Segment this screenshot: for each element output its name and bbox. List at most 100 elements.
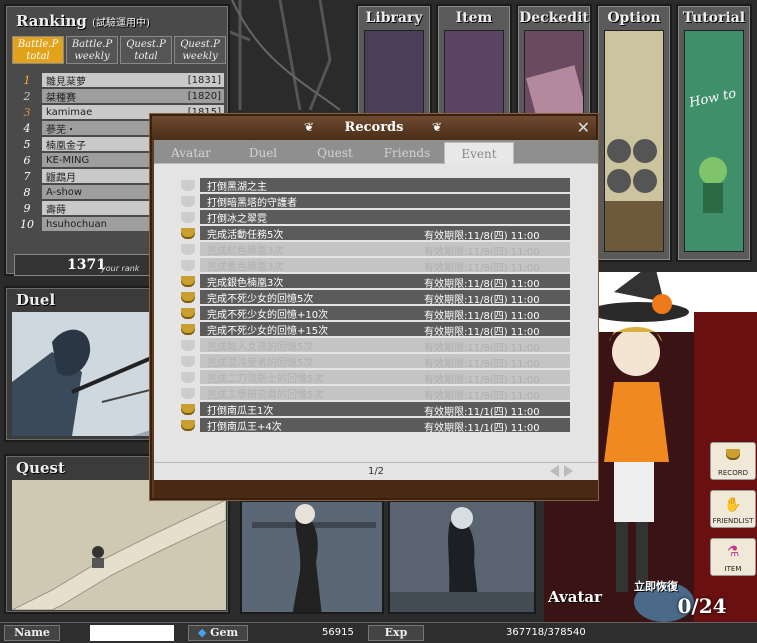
- record-row: 完成不死少女的回憶5次 有效期限:11/8(四) 11:00: [176, 290, 570, 306]
- record-button-label: RECORD: [718, 469, 748, 477]
- record-row: 打倒黑湖之主: [176, 178, 570, 193]
- quest-title: Quest: [16, 459, 65, 477]
- trophy-icon: [181, 323, 195, 335]
- record-row: 完成不死少女的回憶+15次 有效期限:11/8(四) 11:00: [176, 322, 570, 338]
- record-row: 打倒南瓜王+4次 有效期限:11/1(四) 11:00: [176, 418, 570, 434]
- gem-label: Gem: [210, 626, 239, 639]
- trophy-icon-wrap: [176, 274, 200, 288]
- rank-number: 5: [23, 137, 31, 151]
- rank-number: 9: [23, 201, 31, 215]
- record-row: 完成銀色楠凰3次 有效期限:11/8(四) 11:00: [176, 274, 570, 290]
- record-row: 完成混沌使者的回憶5次 有效期限:11/8(四) 11:00: [176, 354, 570, 370]
- gem-icon: ◆: [197, 626, 207, 639]
- tab-event[interactable]: Event: [444, 142, 514, 164]
- tab-line2: total: [26, 51, 50, 62]
- friendlist-button[interactable]: ✋ FRIENDLIST: [710, 490, 756, 528]
- menu-deckedit-label: Deckedit: [519, 10, 589, 26]
- menu-tutorial[interactable]: Tutorial How to: [676, 4, 752, 262]
- record-text: 完成活動任務5次: [207, 229, 284, 241]
- trophy-icon-wrap: [176, 194, 200, 208]
- close-icon[interactable]: ✕: [577, 118, 590, 137]
- record-button[interactable]: RECORD: [710, 442, 756, 480]
- record-bar: 打倒南瓜王+4次 有效期限:11/1(四) 11:00: [200, 418, 570, 434]
- tab-quest-total[interactable]: Quest.P total: [120, 36, 172, 64]
- menu-option-label: Option: [607, 10, 661, 26]
- tab-line2: total: [134, 51, 158, 62]
- scene-right-illustration: [390, 502, 534, 612]
- avatar-title: Avatar: [548, 588, 603, 606]
- record-bar: 打倒暗黑塔的守護者: [200, 194, 570, 209]
- record-text: 完成紅色楠凰3次: [207, 245, 284, 257]
- record-expiry: 有效期限:11/1(四) 11:00: [424, 407, 540, 418]
- record-row: 完成骷人女孩的回憶5次 有效期限:11/8(四) 11:00: [176, 338, 570, 354]
- trophy-icon-wrap: [176, 322, 200, 336]
- tab-duel[interactable]: Duel: [228, 142, 298, 164]
- rank-number: 4: [23, 121, 31, 135]
- trophy-icon: [181, 339, 195, 351]
- trophy-icon-wrap: [176, 178, 200, 192]
- tab-friends[interactable]: Friends: [372, 142, 442, 164]
- ranking-row[interactable]: 2 桀種赛 [1820]: [18, 88, 224, 104]
- gem-label-box: ◆ Gem: [188, 625, 248, 641]
- rank-number: 7: [23, 169, 31, 183]
- gem-value: 56915: [322, 627, 354, 638]
- records-tabs: Avatar Duel Quest Friends Event: [154, 140, 598, 164]
- trophy-icon-wrap: [176, 354, 200, 368]
- record-bar: 完成銀色楠凰3次 有效期限:11/8(四) 11:00: [200, 274, 570, 290]
- records-list: 打倒黑湖之主 打倒暗黑塔的守護者 打倒冰之翠霓 完成活動任務5次 有效期限:11/8(四…: [154, 164, 598, 462]
- tab-avatar[interactable]: Avatar: [156, 142, 226, 164]
- trophy-icon-wrap: [176, 402, 200, 416]
- tab-battle-weekly[interactable]: Battle.P weekly: [66, 36, 118, 64]
- prev-page-icon[interactable]: [550, 465, 559, 477]
- record-bar: 完成不死少女的回憶5次 有效期限:11/8(四) 11:00: [200, 290, 570, 306]
- ranking-tabs: Battle.P total Battle.P weekly Quest.P tota…: [12, 36, 226, 64]
- scene-right: [388, 500, 536, 614]
- ranking-row[interactable]: 1 雛見棻萝 [1831]: [18, 72, 224, 88]
- record-text: 打倒南瓜王+4次: [207, 421, 282, 433]
- menu-item-label: Item: [455, 10, 493, 26]
- record-text: 完成骷人女孩的回憶5次: [207, 341, 314, 353]
- recover-button[interactable]: 立即恢復: [634, 578, 680, 594]
- next-page-icon[interactable]: [564, 465, 573, 477]
- rank-number: 3: [23, 105, 31, 119]
- record-row: 打倒暗黑塔的守護者: [176, 194, 570, 209]
- potion-icon: ⚗: [726, 544, 740, 560]
- exp-value: 367718/378540: [506, 627, 586, 638]
- record-row: 完成紅色楠凰3次 有效期限:11/8(四) 11:00: [176, 242, 570, 258]
- item-button[interactable]: ⚗ ITEM: [710, 538, 756, 576]
- record-expiry: 有效期限:11/1(四) 11:00: [424, 423, 540, 434]
- trophy-icon: [726, 449, 740, 460]
- record-bar: 完成骷人女孩的回憶5次 有效期限:11/8(四) 11:00: [200, 338, 570, 354]
- record-expiry: 有效期限:11/8(四) 11:00: [424, 279, 540, 290]
- trophy-icon: [181, 227, 195, 239]
- menu-option[interactable]: Option: [596, 4, 672, 262]
- record-bar: 完成紅色楠凰3次 有效期限:11/8(四) 11:00: [200, 242, 570, 258]
- record-expiry: 有效期限:11/8(四) 11:00: [424, 263, 540, 274]
- option-image: [604, 30, 664, 252]
- record-text: 完成不死少女的回憶+15次: [207, 325, 329, 337]
- tab-battle-total[interactable]: Battle.P total: [12, 36, 64, 64]
- handshake-icon: ✋: [724, 497, 742, 513]
- records-pagination: 1/2: [154, 462, 598, 480]
- record-expiry: 有效期限:11/8(四) 11:00: [424, 359, 540, 370]
- record-expiry: 有效期限:11/8(四) 11:00: [424, 311, 540, 322]
- record-expiry: 有效期限:11/8(四) 11:00: [424, 231, 540, 242]
- trophy-icon: [181, 371, 195, 383]
- scene-left-illustration: [242, 502, 382, 612]
- trophy-icon: [181, 195, 195, 207]
- trophy-icon-wrap: [176, 226, 200, 240]
- record-text: 打倒黑湖之主: [207, 181, 267, 193]
- ranking-title-text: Ranking: [16, 12, 87, 30]
- menu-library-label: Library: [365, 10, 423, 26]
- trophy-icon: [181, 211, 195, 223]
- name-field[interactable]: [90, 625, 174, 641]
- trophy-icon: [181, 387, 195, 399]
- record-text: 完成工學研究員的回憶5次: [207, 389, 324, 401]
- record-row: 完成不死少女的回憶+10次 有效期限:11/8(四) 11:00: [176, 306, 570, 322]
- tab-quest-weekly[interactable]: Quest.P weekly: [174, 36, 226, 64]
- ranking-subtitle: (試驗運用中): [92, 18, 150, 29]
- player-score: [1820]: [187, 90, 221, 102]
- tab-quest[interactable]: Quest: [300, 142, 370, 164]
- record-row: 完成二刀流劍士的回憶5次 有效期限:11/8(四) 11:00: [176, 370, 570, 386]
- option-illustration: [605, 31, 663, 251]
